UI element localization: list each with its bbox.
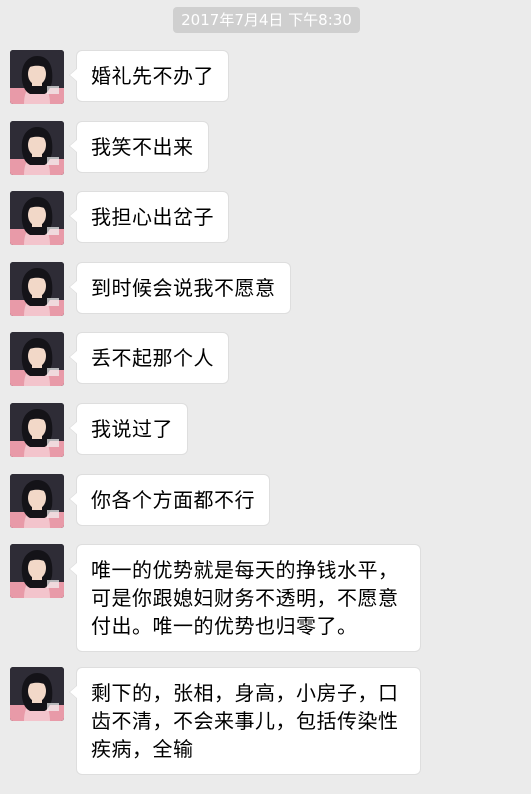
message-bubble: 剩下的，张相，身高，小房子，口齿不清，不会来事儿，包括传染性疾病，全输 (69, 667, 421, 775)
avatar[interactable] (10, 262, 64, 316)
message-bubble: 我担心出岔子 (69, 191, 229, 243)
message-bubble: 我笑不出来 (69, 121, 209, 173)
message-bubble: 唯一的优势就是每天的挣钱水平，可是你跟媳妇财务不透明，不愿意付出。唯一的优势也归… (69, 544, 421, 652)
avatar[interactable] (10, 50, 64, 104)
avatar[interactable] (10, 544, 64, 598)
message-bubble: 我说过了 (69, 403, 188, 455)
avatar[interactable] (10, 191, 64, 245)
avatar[interactable] (10, 403, 64, 457)
message-bubble: 丢不起那个人 (69, 332, 229, 384)
avatar[interactable] (10, 474, 64, 528)
message-bubble: 你各个方面都不行 (69, 474, 270, 526)
message-bubble: 到时候会说我不愿意 (69, 262, 291, 314)
avatar[interactable] (10, 121, 64, 175)
message-bubble: 婚礼先不办了 (69, 50, 229, 102)
chat-timestamp: 2017年7月4日 下午8:30 (173, 7, 360, 33)
avatar[interactable] (10, 667, 64, 721)
avatar[interactable] (10, 332, 64, 386)
